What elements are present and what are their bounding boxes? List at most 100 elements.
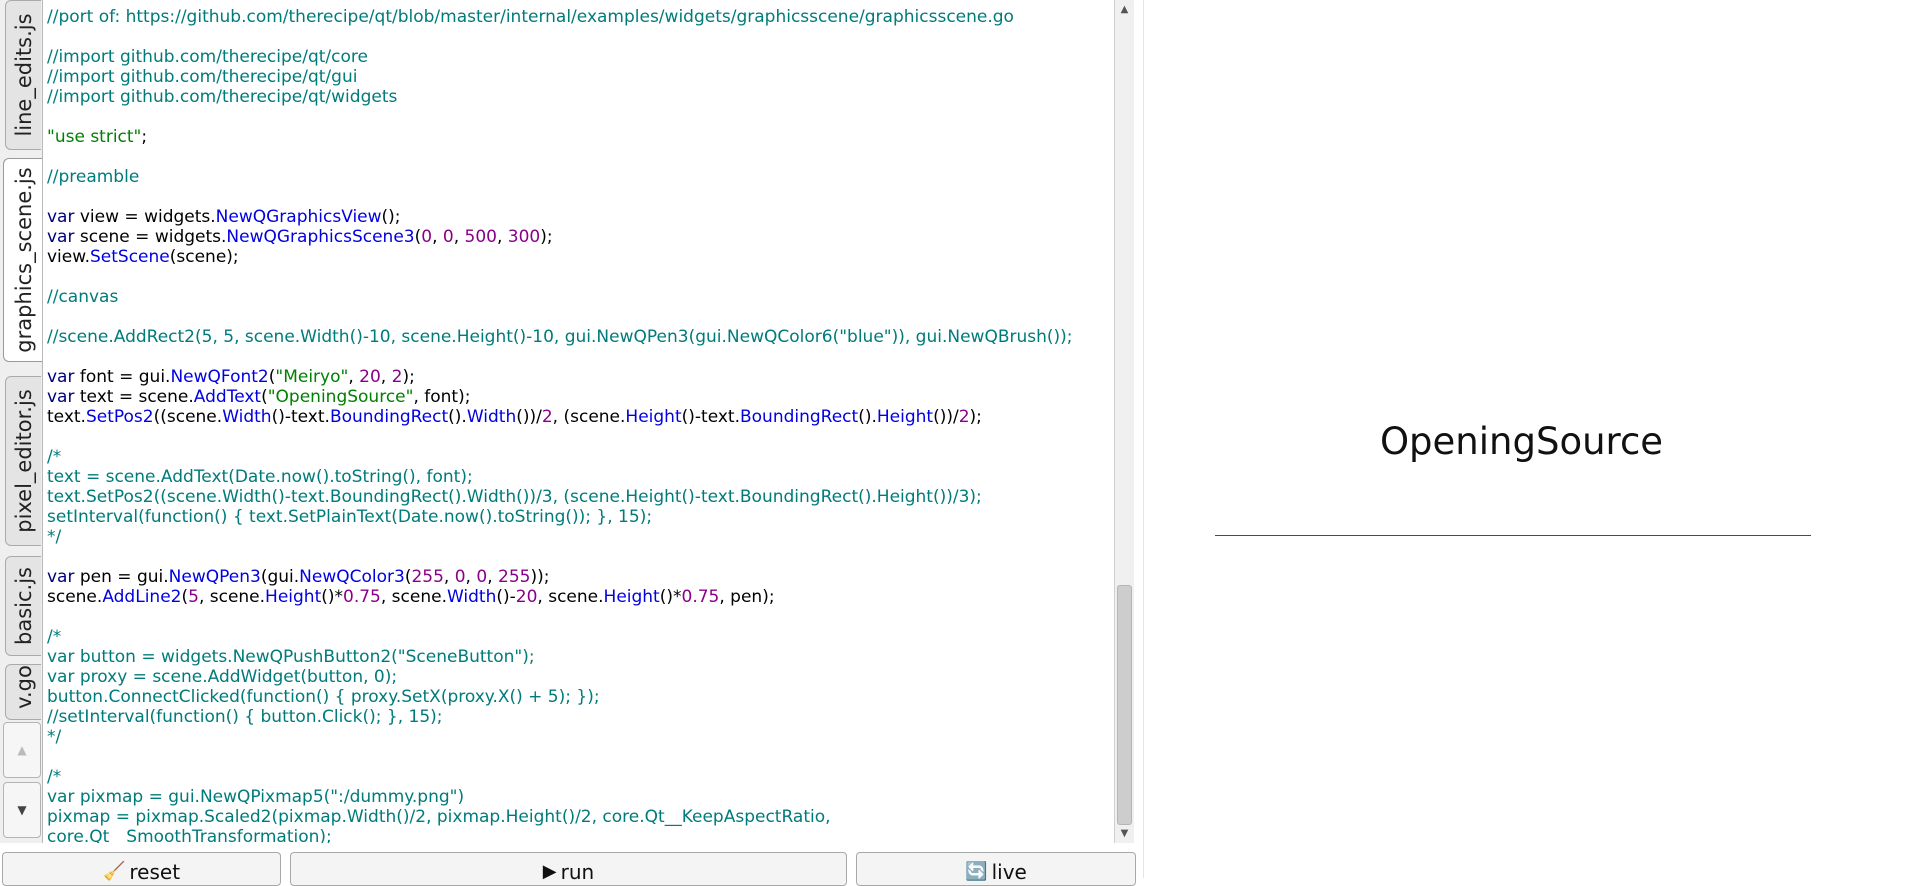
code-line: core.Qt__SmoothTransformation); [47,827,1073,843]
code-token: , [487,567,498,587]
tab-basic[interactable]: basic.js [5,556,41,656]
tab-v-go[interactable]: v.go [5,664,41,720]
tab-pixel-editor[interactable]: pixel_editor.js [5,376,41,546]
code-line: ​ [47,747,1073,767]
code-token: (); [381,207,401,227]
code-token: , [443,567,455,587]
chevron-down-icon: ▼ [17,803,27,817]
code-line: scene.AddLine2(5, scene.Height()*0.75, s… [47,587,1073,607]
code-token: , [380,367,392,387]
code-text[interactable]: //port of: https://github.com/therecipe/… [47,7,1073,843]
code-token: text. [47,407,86,427]
code-token: var pixmap = gui.NewQPixmap5(":/dummy.pn… [47,787,465,807]
code-token: //preamble [47,167,140,187]
code-token: 500 [464,227,497,247]
code-token: (scene); [169,247,239,267]
reset-label: reset [129,860,181,884]
code-token: NewQGraphicsView [215,207,382,227]
chevron-up-icon: ▲ [17,743,27,757]
code-token: , pen); [719,587,775,607]
code-token: BoundingRect [739,407,859,427]
tab-line-edits[interactable]: line_edits.js [5,0,41,150]
code-line: setInterval(function() { text.SetPlainTe… [47,507,1073,527]
code-token: //import github.com/therecipe/qt/core [47,47,368,67]
code-token: */ [47,727,62,747]
code-line: ​ [47,547,1073,567]
scrollbar-thumb[interactable] [1117,585,1132,825]
code-token: BoundingRect [329,407,449,427]
code-token: ); [540,227,553,247]
code-token: button.ConnectClicked(function() { proxy… [47,687,600,707]
code-token: 2 [958,407,970,427]
code-line: ​ [47,27,1073,47]
code-token: //scene.AddRect2(5, 5, scene.Width()-10,… [47,327,1073,347]
code-token: font = gui. [74,367,171,387]
scroll-down-arrow-icon[interactable]: ▼ [1115,824,1134,842]
code-token: ())/ [933,407,959,427]
code-token: ); [969,407,982,427]
code-token: 0.75 [343,587,381,607]
code-token: var proxy = scene.AddWidget(button, 0); [47,667,398,687]
code-token: ())/ [516,407,542,427]
code-token: text = scene. [74,387,194,407]
code-editor[interactable]: //port of: https://github.com/therecipe/… [43,0,1114,843]
code-token: core.Qt__SmoothTransformation); [47,827,332,843]
live-button[interactable]: 🔄 live [856,852,1136,886]
code-line: /* [47,447,1073,467]
code-token: text.SetPos2((scene.Width()-text.Boundin… [47,487,982,507]
code-token: NewQPen3 [168,567,261,587]
tab-scroll-up-button[interactable]: ▲ [3,722,41,778]
run-button[interactable]: ▶ run [290,852,847,886]
code-token: //import github.com/therecipe/qt/widgets [47,87,398,107]
code-token: var [47,367,75,387]
tab-graphics-scene[interactable]: graphics_scene.js [3,158,42,362]
code-token: ()- [496,587,516,607]
code-line: button.ConnectClicked(function() { proxy… [47,687,1073,707]
code-token: Height [265,587,322,607]
code-line: //import github.com/therecipe/qt/core [47,47,1073,67]
code-line: var pixmap = gui.NewQPixmap5(":/dummy.pn… [47,787,1073,807]
code-token: , scene. [537,587,604,607]
code-token: Height [876,407,934,427]
code-token: ()-text. [681,407,740,427]
code-line: text.SetPos2((scene.Width()-text.Boundin… [47,487,1073,507]
code-token: 0 [442,227,454,247]
code-token: , [496,227,508,247]
code-token: , [348,367,360,387]
code-token: //port of: https://github.com/therecipe/… [47,7,1014,27]
code-token: 0 [476,567,488,587]
code-token: scene. [47,587,103,607]
code-token: text = scene.AddText(Date.now().toString… [47,467,473,487]
code-token: 0.75 [681,587,720,607]
code-token: 20 [359,367,381,387]
play-icon: ▶ [542,861,557,882]
reset-button[interactable]: 🧹 reset [2,852,281,886]
code-line: //import github.com/therecipe/qt/gui [47,67,1073,87]
code-line: //canvas [47,287,1073,307]
code-token: SetPos2 [85,407,154,427]
code-line: /* [47,767,1073,787]
code-token: view = widgets. [74,207,216,227]
code-token: */ [47,527,62,547]
code-token: pen = gui. [74,567,169,587]
code-token: , [432,227,443,247]
code-token: NewQGraphicsScene3 [226,227,415,247]
tab-label: v.go [11,664,36,709]
code-line: var button = widgets.NewQPushButton2("Sc… [47,647,1073,667]
code-line: //port of: https://github.com/therecipe/… [47,7,1073,27]
code-line: //preamble [47,167,1073,187]
code-token: , (scene. [552,407,626,427]
code-token: scene = widgets. [74,227,227,247]
code-token: Height [625,407,682,427]
code-token: Width [466,407,517,427]
code-token: 2 [541,407,553,427]
code-token: )); [530,567,550,587]
tab-label: basic.js [11,567,36,645]
code-token: ((scene. [153,407,223,427]
code-line: var proxy = scene.AddWidget(button, 0); [47,667,1073,687]
tab-scroll-down-button[interactable]: ▼ [3,782,41,838]
scroll-up-arrow-icon[interactable]: ▲ [1115,0,1134,18]
code-line: "use strict"; [47,127,1073,147]
editor-vertical-scrollbar[interactable]: ▲ ▼ [1114,0,1134,843]
code-token: ()-text. [271,407,330,427]
